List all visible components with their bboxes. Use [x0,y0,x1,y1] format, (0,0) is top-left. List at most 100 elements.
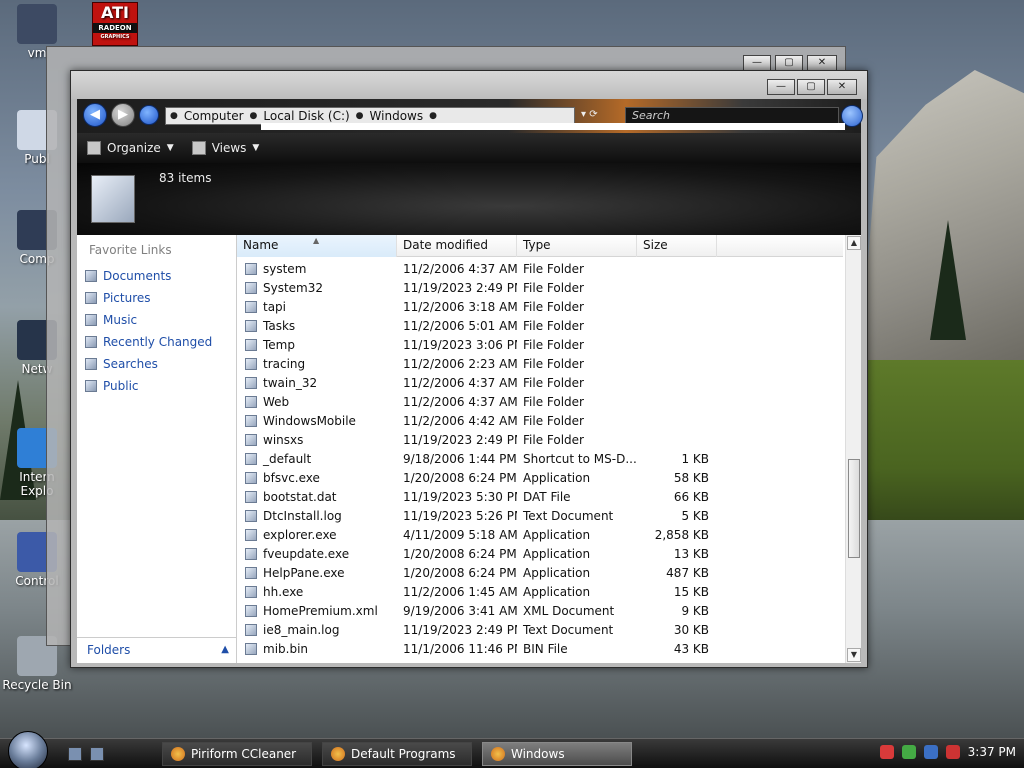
table-row[interactable]: Web 11/2/2006 4:37 AM File Folder [237,392,843,411]
chevron-up-icon[interactable]: ▲ [221,638,229,662]
file-name: winsxs [263,432,304,447]
file-name-cell[interactable]: tracing [237,357,397,371]
views-button[interactable]: Views ▼ [191,141,259,155]
breadcrumb-separator-icon[interactable]: ● [250,111,258,121]
explorer-window[interactable]: — ▢ ✕ ◀ ▶ ● Computer ● Local Disk (C:) ●… [70,70,868,668]
column-header-size[interactable]: Size [637,235,717,257]
folder-nav-icon[interactable] [139,105,159,125]
table-row[interactable]: tracing 11/2/2006 2:23 AM File Folder [237,354,843,373]
breadcrumb-separator-icon[interactable]: ● [356,111,364,121]
file-name: WindowsMobile [263,413,356,428]
taskbar-button[interactable]: Default Programs [322,742,472,766]
security-alert-icon[interactable] [879,745,894,759]
file-name-cell[interactable]: bfsvc.exe [237,471,397,485]
file-name-cell[interactable]: mib.bin [237,642,397,656]
file-size: 15 KB [673,584,709,599]
clock[interactable]: 3:37 PM [968,745,1016,759]
show-desktop-icon[interactable] [90,747,104,761]
address-highlight-bar [261,123,845,130]
minimize-button[interactable]: — [743,55,771,71]
file-name-cell[interactable]: WindowsMobile [237,414,397,428]
file-name: _default [263,451,312,466]
table-row[interactable]: Temp 11/19/2023 3:06 PM File Folder [237,335,843,354]
file-name-cell[interactable]: System32 [237,281,397,295]
file-name-cell[interactable]: fveupdate.exe [237,547,397,561]
table-row[interactable]: System32 11/19/2023 2:49 PM File Folder [237,278,843,297]
table-row[interactable]: WindowsMobile 11/2/2006 4:42 AM File Folde… [237,411,843,430]
favorite-link-searches[interactable]: Searches [85,353,212,375]
file-name-cell[interactable]: DtcInstall.log [237,509,397,523]
table-row[interactable]: DtcInstall.log 11/19/2023 5:26 PM Text Doc… [237,506,843,525]
close-button[interactable]: ✕ [827,79,857,95]
table-row[interactable]: _default 9/18/2006 1:44 PM Shortcut to MS-… [237,449,843,468]
taskbar-button[interactable]: Windows [482,742,632,766]
breadcrumb-local-disk[interactable]: Local Disk (C:) [261,109,351,123]
breadcrumb-computer[interactable]: Computer [182,109,246,123]
breadcrumb-separator-icon[interactable]: ● [429,111,437,121]
column-header-date[interactable]: Date modified [397,235,517,257]
minimize-button[interactable]: — [767,79,795,95]
table-row[interactable]: Tasks 11/2/2006 5:01 AM File Folder [237,316,843,335]
vertical-scrollbar[interactable]: ▲ ▼ [845,235,861,663]
forward-button[interactable]: ▶ [111,103,135,127]
favorite-link-recently-changed[interactable]: Recently Changed [85,331,212,353]
table-row[interactable]: HelpPane.exe 1/20/2008 6:24 PM Application… [237,563,843,582]
table-row[interactable]: system 11/2/2006 4:37 AM File Folder [237,259,843,278]
table-row[interactable]: twain_32 11/2/2006 4:37 AM File Folder [237,373,843,392]
file-name-cell[interactable]: explorer.exe [237,528,397,542]
file-name-cell[interactable]: Temp [237,338,397,352]
organize-button[interactable]: Organize ▼ [87,141,174,155]
taskbar-button[interactable]: Piriform CCleaner [162,742,312,766]
table-row[interactable]: mib.bin 11/1/2006 11:46 PM BIN File 43 KB [237,639,843,658]
table-row[interactable]: hh.exe 11/2/2006 1:45 AM Application 15 KB [237,582,843,601]
back-button[interactable]: ◀ [83,103,107,127]
table-row[interactable]: bfsvc.exe 1/20/2008 6:24 PM Application 58 … [237,468,843,487]
scrollbar-thumb[interactable] [848,459,860,558]
table-row[interactable]: ie8_main.log 11/19/2023 2:49 PM Text Docum… [237,620,843,639]
breadcrumb-windows[interactable]: Windows [368,109,426,123]
table-row[interactable]: fveupdate.exe 1/20/2008 6:24 PM Applicatio… [237,544,843,563]
ati-radeon-logo[interactable]: ATI RADEON GRAPHICS [92,2,142,46]
file-name-cell[interactable]: ie8_main.log [237,623,397,637]
favorite-link-pictures[interactable]: Pictures [85,287,212,309]
folders-toggle[interactable]: Folders ▲ [77,637,237,663]
maximize-button[interactable]: ▢ [797,79,825,95]
scroll-down-icon[interactable]: ▼ [847,648,861,662]
maximize-button[interactable]: ▢ [775,55,803,71]
column-header-name[interactable]: ▲ Name [237,235,397,257]
table-row[interactable]: tapi 11/2/2006 3:18 AM File Folder [237,297,843,316]
file-name-cell[interactable]: system [237,262,397,276]
file-name-cell[interactable]: Tasks [237,319,397,333]
network-status-icon[interactable] [901,745,916,759]
file-name-cell[interactable]: hh.exe [237,585,397,599]
column-header-type[interactable]: Type [517,235,637,257]
favorite-link-public[interactable]: Public [85,375,212,397]
display-icon[interactable] [923,745,938,759]
file-name: ie8_main.log [263,622,340,637]
file-name-cell[interactable]: _default [237,452,397,466]
file-type: Application [523,546,591,561]
file-name-cell[interactable]: twain_32 [237,376,397,390]
file-name-cell[interactable]: HelpPane.exe [237,566,397,580]
quick-launch-icon[interactable] [68,747,82,761]
scroll-up-icon[interactable]: ▲ [847,236,861,250]
file-name-cell[interactable]: bootstat.dat [237,490,397,504]
close-button[interactable]: ✕ [807,55,837,71]
favorite-link-music[interactable]: Music [85,309,212,331]
folder-icon [245,414,257,427]
file-date: 1/20/2008 6:24 PM [403,546,517,561]
start-button[interactable] [8,731,48,768]
file-name-cell[interactable]: winsxs [237,433,397,447]
table-row[interactable]: winsxs 11/19/2023 2:49 PM File Folder [237,430,843,449]
table-row[interactable]: bootstat.dat 11/19/2023 5:30 PM DAT File 66… [237,487,843,506]
table-row[interactable]: explorer.exe 4/11/2009 5:18 AM Application… [237,525,843,544]
favorite-link-documents[interactable]: Documents [85,265,212,287]
file-name-cell[interactable]: tapi [237,300,397,314]
taskbar-button-label: Default Programs [351,747,456,761]
file-name-cell[interactable]: HomePremium.xml [237,604,397,618]
breadcrumb-separator-icon[interactable]: ● [170,111,178,121]
volume-muted-icon[interactable] [945,745,960,759]
title-bar[interactable]: — ▢ ✕ [71,71,867,99]
file-name-cell[interactable]: Web [237,395,397,409]
table-row[interactable]: HomePremium.xml 9/19/2006 3:41 AM XML Docu… [237,601,843,620]
